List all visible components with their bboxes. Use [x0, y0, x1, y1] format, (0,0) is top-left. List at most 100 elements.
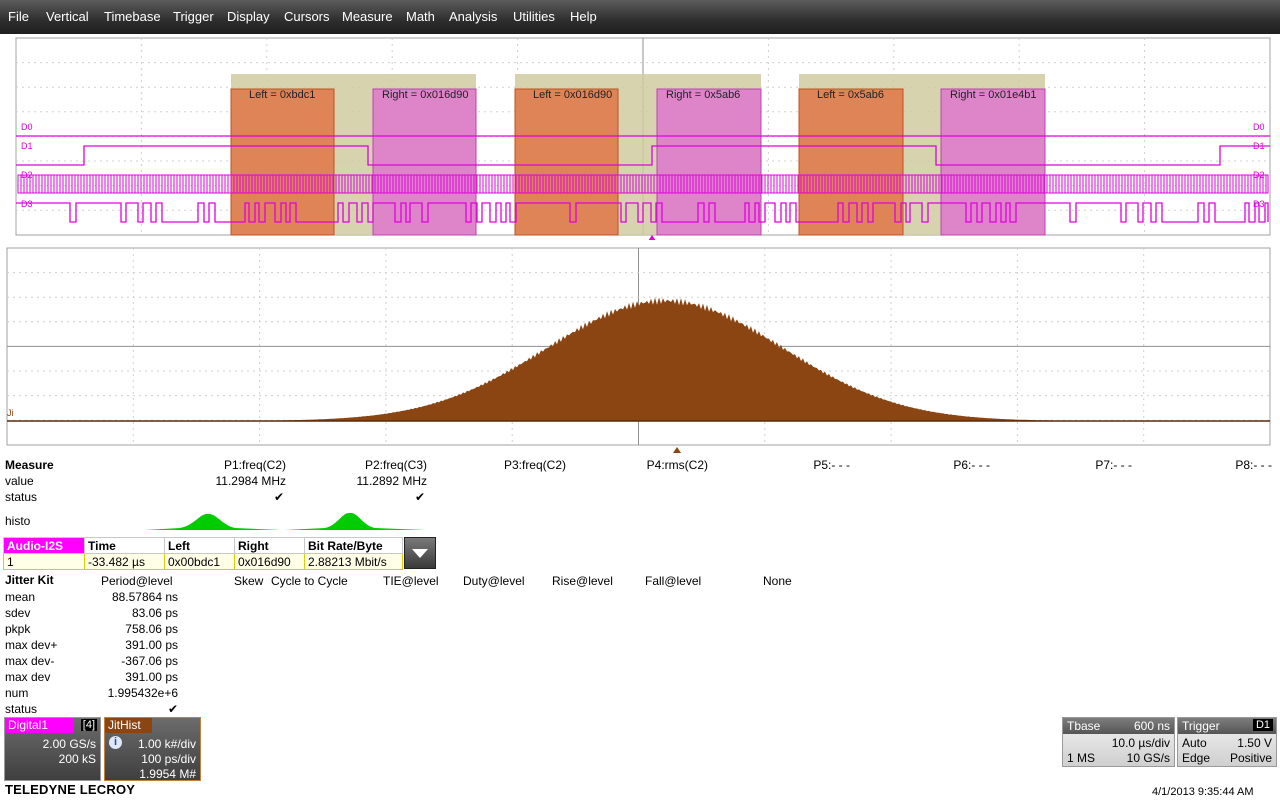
trigger-label: Trigger	[1182, 719, 1220, 733]
trigger-type: Edge	[1182, 751, 1211, 765]
jitter-row-label: status	[5, 702, 38, 716]
jitter-tab-4[interactable]: TIE@level	[383, 574, 439, 588]
col-header-right[interactable]: Right	[234, 537, 305, 554]
digital1-rate: 2.00 GS/s	[42, 737, 96, 751]
decode-right-label-1: Right = 0x016d90	[382, 89, 469, 101]
cell-time: -33.482 µs	[84, 553, 165, 570]
cell-index: 1	[3, 553, 85, 570]
measure-row-label-value: value	[5, 474, 34, 488]
jitter-row-label: pkpk	[5, 622, 31, 636]
channel-label-right-d1: D1	[1253, 141, 1265, 151]
p2-histo-icon	[285, 512, 425, 530]
histogram-marker-icon	[673, 447, 681, 453]
jitter-row-value: 83.06 ps	[131, 606, 178, 620]
tbase-delay: 600 ns	[1133, 719, 1170, 733]
jitter-row-label: max dev+	[5, 638, 58, 652]
trigger-slope: Positive	[1229, 751, 1272, 765]
jithist-hscale: 100 ps/div	[141, 752, 196, 766]
channel-label-right-d0: D0	[1253, 122, 1265, 132]
measure-histo-thumbnails	[145, 512, 425, 530]
jitter-row-value: 1.995432e+6	[107, 686, 178, 700]
channel-label-left-d1: D1	[21, 141, 33, 151]
measure-title: Measure	[5, 458, 54, 472]
jitter-tab-6[interactable]: Rise@level	[552, 574, 613, 588]
tbase-timediv: 10.0 µs/div	[1111, 736, 1170, 750]
jitter-tab-7[interactable]: Fall@level	[645, 574, 701, 588]
measure-value-1: 11.2984 MHz	[215, 474, 286, 488]
measure-value-2: 11.2892 MHz	[356, 474, 427, 488]
measure-param-5[interactable]: P5:- - -	[813, 458, 850, 472]
tbase-memory: 1 MS	[1067, 751, 1096, 765]
channel-label-left-d2: D2	[21, 170, 33, 180]
p1-histo-icon	[145, 513, 280, 530]
histogram-trace-label: Ji	[7, 408, 14, 418]
jitter-tab-5[interactable]: Duty@level	[463, 574, 525, 588]
cell-bitrate: 2.88213 Mbit/s	[304, 553, 403, 570]
measure-row-label-histo: histo	[5, 514, 31, 528]
decode-table[interactable]: Audio-I2S Time Left Right Bit Rate/Byte …	[3, 537, 403, 570]
decode-left-label-1: Left = 0xbdc1	[249, 89, 316, 101]
info-icon[interactable]: i	[109, 736, 122, 749]
jitter-tab-3[interactable]: Cycle to Cycle	[271, 574, 348, 588]
col-header-left[interactable]: Left	[164, 537, 235, 554]
digital1-label: Digital1	[5, 718, 74, 733]
jitter-row-label: mean	[5, 590, 36, 604]
table-row[interactable]: 1 -33.482 µs 0x00bdc1 0x016d90 2.88213 M…	[3, 553, 403, 570]
timebase-descriptor[interactable]: Tbase 600 ns 10.0 µs/div 1 MS 10 GS/s	[1062, 717, 1175, 767]
jitter-row-label: sdev	[5, 606, 31, 620]
table-dropdown-button[interactable]	[404, 537, 436, 569]
measure-param-8[interactable]: P8:- - -	[1235, 458, 1272, 472]
decode-table-name[interactable]: Audio-I2S	[3, 537, 85, 554]
measure-param-6[interactable]: P6:- - -	[953, 458, 990, 472]
digital1-descriptor[interactable]: Digital1 [4] 2.00 GS/s 200 kS	[4, 717, 101, 781]
jithist-vscale: 1.00 k#/div	[137, 737, 196, 751]
cell-right: 0x016d90	[234, 553, 305, 570]
tbase-samplerate: 10 GS/s	[1126, 751, 1170, 765]
trigger-level: 1.50 V	[1237, 736, 1272, 750]
cell-left: 0x00bdc1	[164, 553, 235, 570]
jitter-row-label: num	[5, 686, 29, 700]
decode-left-label-2: Left = 0x016d90	[533, 89, 613, 101]
datetime: 4/1/2013 9:35:44 AM	[1152, 786, 1254, 798]
measure-param-1[interactable]: P1:freq(C2)	[224, 458, 286, 472]
jitter-row-label: max dev-	[5, 654, 55, 668]
digital1-badge: [4]	[80, 719, 97, 731]
jitter-tab-2[interactable]: Skew	[234, 574, 263, 588]
measure-row-label-status: status	[5, 490, 38, 504]
jithist-count: 1.9954 M#	[139, 767, 196, 781]
jitter-row-label: max dev	[5, 670, 51, 684]
decode-right-label-2: Right = 0x5ab6	[666, 89, 741, 101]
digital1-samples: 200 kS	[58, 752, 96, 766]
jitter-row-value: 88.57864 ns	[111, 590, 178, 604]
jitter-title: Jitter Kit	[5, 573, 54, 587]
jitter-tab-8[interactable]: None	[763, 574, 792, 588]
brand-logo: TELEDYNE LECROY	[5, 782, 136, 797]
decode-left-label-3: Left = 0x5ab6	[817, 89, 884, 101]
jitter-tab-1[interactable]: Period@level	[101, 574, 173, 588]
channel-label-left-d0: D0	[21, 122, 33, 132]
decode-right-label-3: Right = 0x01e4b1	[950, 89, 1037, 101]
measure-param-4[interactable]: P4:rms(C2)	[647, 458, 708, 472]
trigger-source-badge: D1	[1252, 719, 1273, 731]
measure-status-1: ✔	[273, 490, 284, 504]
jitter-row-value: 758.06 ps	[125, 622, 178, 636]
channel-label-right-d3: D3	[1253, 199, 1265, 209]
channel-label-left-d3: D3	[21, 199, 33, 209]
jithist-descriptor[interactable]: JitHist i 1.00 k#/div 100 ps/div 1.9954 …	[104, 717, 201, 781]
jitter-row-value: 391.00 ps	[125, 638, 178, 652]
measure-status-2: ✔	[414, 490, 425, 504]
channel-label-right-d2: D2	[1253, 170, 1265, 180]
tbase-label: Tbase	[1067, 719, 1101, 733]
jitter-row-value: ✔	[167, 702, 178, 716]
col-header-time[interactable]: Time	[84, 537, 165, 554]
trigger-descriptor[interactable]: Trigger D1 Auto 1.50 V Edge Positive	[1177, 717, 1277, 767]
trigger-mode: Auto	[1182, 736, 1207, 750]
jitter-row-value: -367.06 ps	[121, 654, 178, 668]
col-header-bitrate[interactable]: Bit Rate/Byte	[304, 537, 403, 554]
jitter-row-value: 391.00 ps	[125, 670, 178, 684]
measure-param-7[interactable]: P7:- - -	[1095, 458, 1132, 472]
jithist-label: JitHist	[105, 718, 152, 733]
jitter-histogram-grid	[6, 247, 1271, 453]
measure-param-2[interactable]: P2:freq(C3)	[365, 458, 427, 472]
measure-param-3[interactable]: P3:freq(C2)	[504, 458, 566, 472]
